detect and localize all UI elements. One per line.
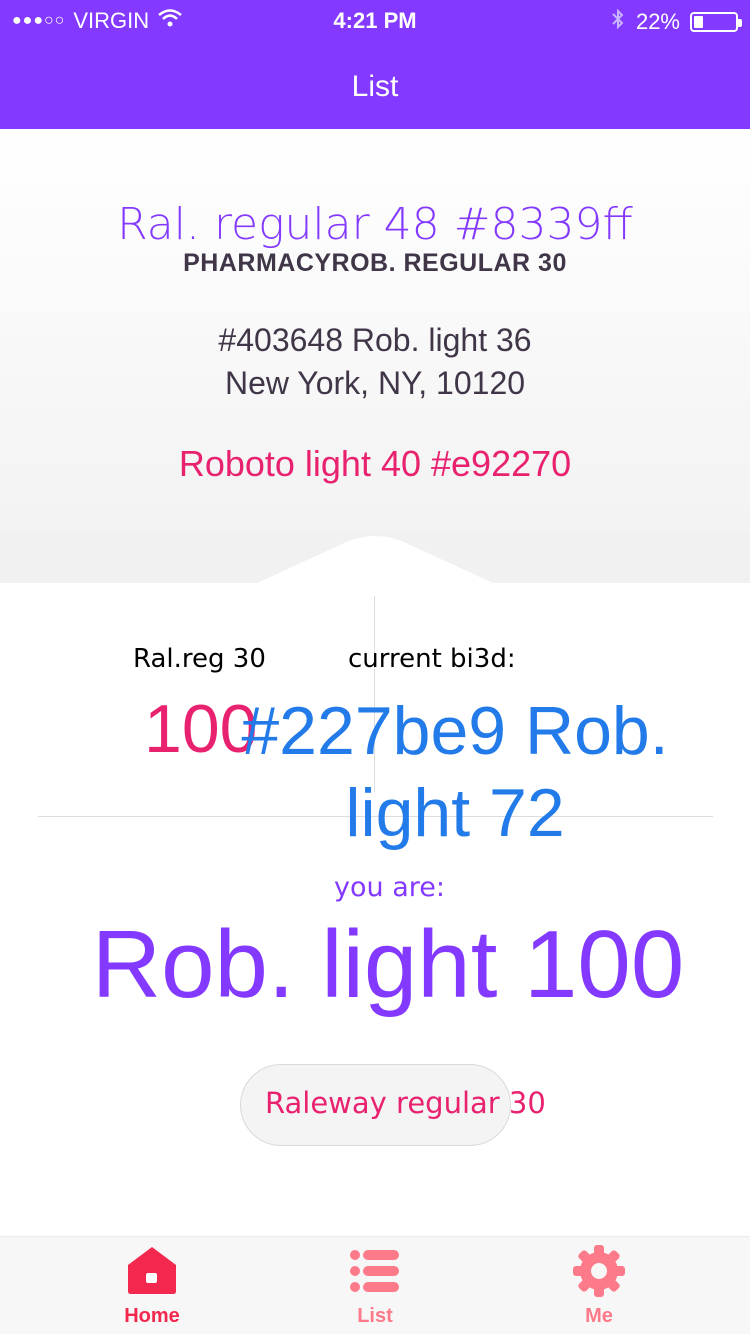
tab-bar: Home List Me — [0, 1236, 750, 1334]
pharmacy-subtitle: PHARMACYROB. REGULAR 30 — [183, 249, 567, 277]
pharmacy-header: Ral. regular 48 #8339ff PHARMACYROB. REG… — [0, 129, 750, 584]
tab-list[interactable]: List — [295, 1237, 455, 1334]
action-button-label[interactable]: Raleway regular 30 — [265, 1086, 546, 1120]
address-line-1: #403648 Rob. light 36 — [218, 322, 532, 358]
you-are-value: Rob. light 100 — [91, 911, 685, 1018]
current-bid-label: current bi3d: — [348, 644, 516, 674]
accent-line: Roboto light 40 #e92270 — [178, 443, 572, 484]
page-title: List — [351, 70, 399, 103]
battery-icon — [690, 12, 742, 32]
you-are-label: you are: — [334, 872, 445, 903]
address-line-2: New York, NY, 10120 — [224, 365, 526, 401]
list-icon — [350, 1250, 399, 1292]
tab-home-label: Home — [124, 1305, 180, 1327]
battery-percent: 22% — [635, 9, 680, 34]
battery-level — [694, 16, 703, 28]
tab-home[interactable]: Home — [72, 1237, 232, 1334]
count-label: Ral.reg 30 — [133, 644, 266, 674]
pharmacy-address: #403648 Rob. light 36 New York, NY, 1012… — [0, 319, 750, 405]
status-right: 22% — [610, 8, 742, 36]
top-bar: ●●●○○ VIRGIN 4:21 PM 22% List — [0, 0, 750, 129]
gear-icon — [573, 1245, 625, 1297]
tab-me-label: Me — [585, 1305, 613, 1327]
header-notch — [0, 534, 750, 584]
tab-me[interactable]: Me — [519, 1237, 679, 1334]
bluetooth-icon — [610, 8, 626, 36]
tab-list-label: List — [357, 1305, 393, 1327]
current-bid-value: #227be9 Rob. light 72 — [241, 693, 669, 851]
pharmacy-name: Ral. regular 48 #8339ff — [117, 199, 633, 250]
status-bar: ●●●○○ VIRGIN 4:21 PM 22% — [0, 0, 750, 40]
home-icon — [128, 1247, 176, 1294]
